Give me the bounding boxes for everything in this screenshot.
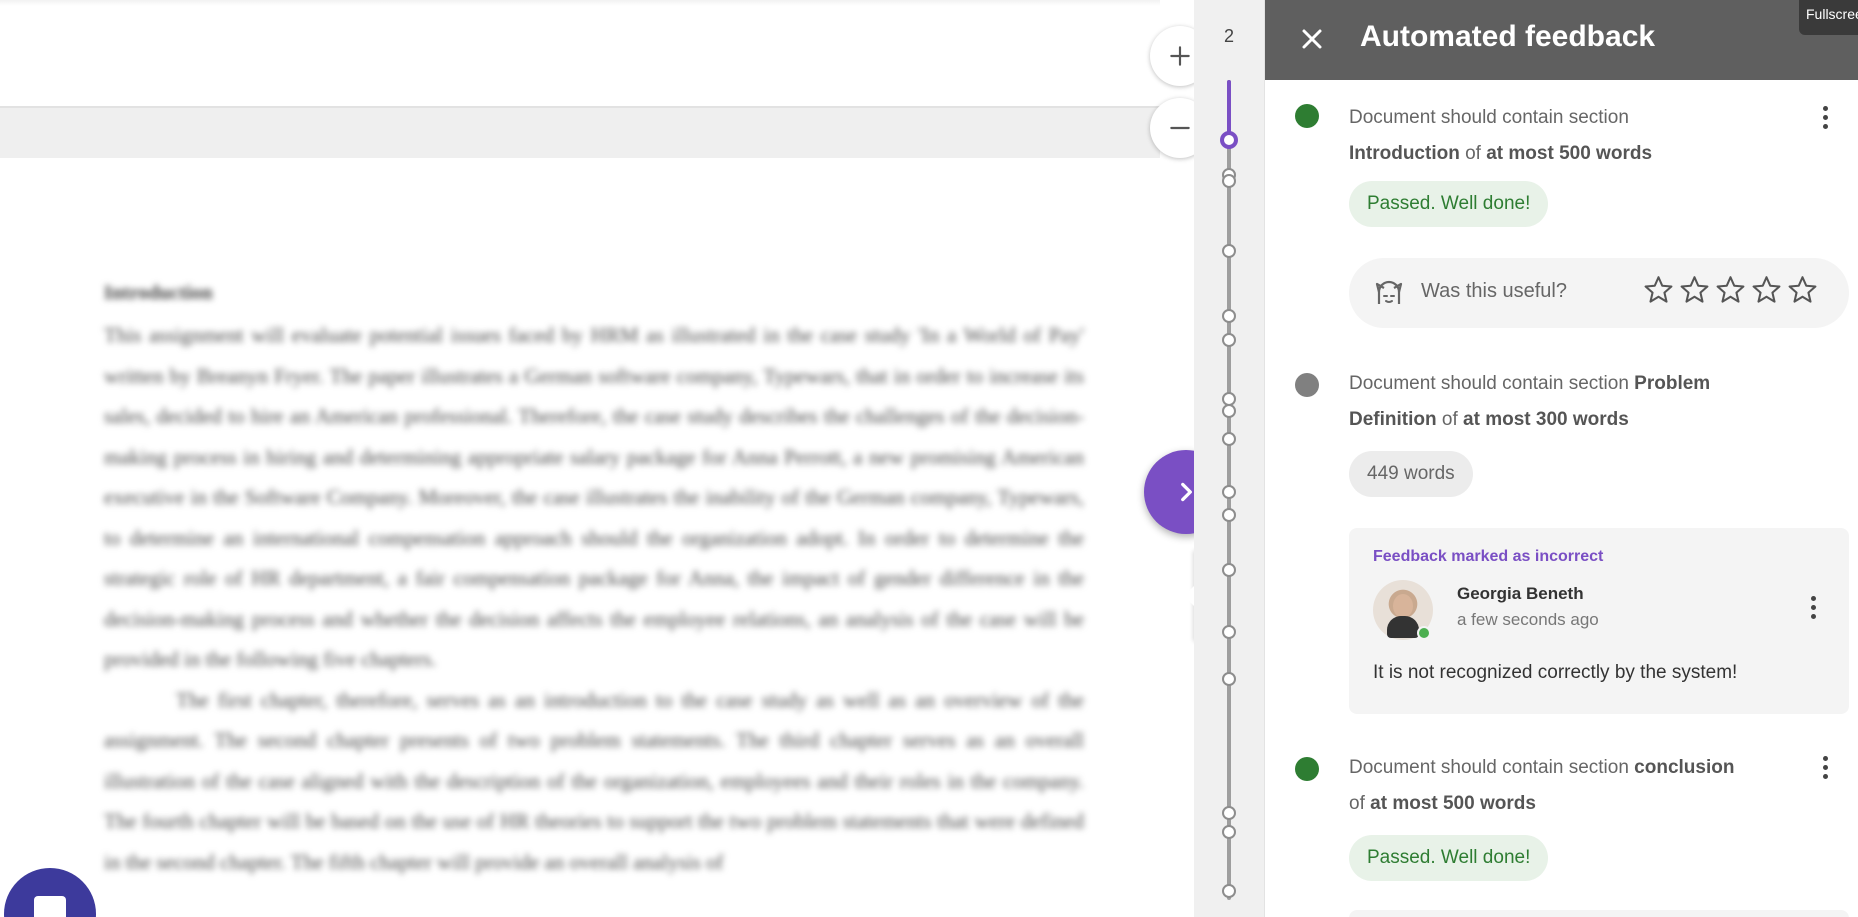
timeline-marker[interactable] — [1222, 806, 1236, 820]
timeline-marker[interactable] — [1222, 625, 1236, 639]
comment-time: a few seconds ago — [1457, 610, 1599, 629]
more-options-button[interactable] — [1813, 750, 1837, 784]
document-content: Introduction This assignment will evalua… — [104, 282, 1084, 882]
feedback-text: Document should contain section Problem … — [1349, 366, 1789, 438]
plus-icon — [1170, 46, 1190, 66]
status-passed-icon — [1295, 104, 1319, 128]
comment-flag: Feedback marked as incorrect — [1373, 548, 1604, 565]
feedback-limit: at most 300 words — [1463, 409, 1629, 430]
feedback-text-prefix: Document should contain section — [1349, 757, 1629, 778]
status-pending-icon — [1295, 373, 1319, 397]
avatar[interactable] — [1373, 580, 1433, 640]
timeline-marker[interactable] — [1222, 333, 1236, 347]
feedback-text: Document should contain section conclusi… — [1349, 750, 1789, 822]
timeline-marker[interactable] — [1222, 508, 1236, 522]
feedback-text-mid: of — [1349, 793, 1365, 814]
document-paragraph: This assignment will evaluate potential … — [104, 323, 1084, 671]
timeline-marker[interactable] — [1222, 404, 1236, 418]
comment-author: Georgia Beneth — [1457, 584, 1584, 603]
usefulness-rating: Was this useful? — [1349, 258, 1849, 328]
robot-icon — [1375, 280, 1403, 304]
feedback-limit: at most 500 words — [1370, 793, 1536, 814]
timeline-marker[interactable] — [1222, 309, 1236, 323]
comment-more-options-button[interactable] — [1801, 590, 1825, 624]
star-icon[interactable] — [1643, 274, 1674, 305]
timeline-marker[interactable] — [1222, 884, 1236, 898]
timeline-marker[interactable] — [1222, 174, 1236, 188]
feedback-text-mid: of — [1441, 409, 1458, 430]
close-icon — [1302, 29, 1322, 49]
star-icon[interactable] — [1679, 274, 1710, 305]
feedback-text: Document should contain section Introduc… — [1349, 100, 1789, 172]
page-edge — [0, 0, 1160, 6]
feedback-text-mid: of — [1465, 143, 1481, 164]
word-count-chip: 449 words — [1349, 451, 1473, 497]
status-passed-icon — [1295, 757, 1319, 781]
timeline-marker[interactable] — [1222, 432, 1236, 446]
star-icon[interactable] — [1751, 274, 1782, 305]
document-paragraph: The first chapter, therefore, serves as … — [104, 687, 1084, 874]
online-status-icon — [1417, 626, 1431, 640]
timeline-marker-active[interactable] — [1220, 131, 1238, 149]
feedback-timeline: 2 — [1194, 0, 1264, 917]
timeline-marker[interactable] — [1222, 672, 1236, 686]
document-heading: Introduction — [104, 282, 213, 304]
more-options-button[interactable] — [1813, 100, 1837, 134]
feedback-limit: at most 500 words — [1486, 143, 1653, 164]
feedback-panel: Automated feedback Document should conta… — [1264, 0, 1858, 917]
fullscreen-button[interactable]: Fullscreen — [1799, 0, 1858, 35]
usefulness-label: Was this useful? — [1421, 280, 1567, 302]
feedback-text-prefix: Document should contain section — [1349, 373, 1629, 394]
star-rating — [1643, 274, 1818, 305]
star-icon[interactable] — [1715, 274, 1746, 305]
app-root: Introduction This assignment will evalua… — [0, 0, 1858, 917]
page-separator — [0, 106, 1160, 158]
minus-icon — [1170, 126, 1190, 130]
status-chip: Passed. Well done! — [1349, 835, 1549, 881]
comment-body: It is not recognized correctly by the sy… — [1373, 662, 1738, 683]
close-button[interactable] — [1295, 22, 1329, 56]
timeline-marker[interactable] — [1222, 563, 1236, 577]
panel-title: Automated feedback — [1360, 20, 1656, 53]
status-chip: Passed. Well done! — [1349, 181, 1549, 227]
feedback-text-prefix: Document should contain section — [1349, 107, 1629, 128]
comment-card: Feedback marked as incorrect Georgia Ben… — [1349, 528, 1849, 714]
document-viewer[interactable]: Introduction This assignment will evalua… — [0, 0, 1194, 917]
timeline-marker[interactable] — [1222, 485, 1236, 499]
timeline-marker[interactable] — [1222, 244, 1236, 258]
feedback-section-name: Introduction — [1349, 143, 1460, 164]
panel-header: Automated feedback — [1265, 0, 1858, 80]
timeline-marker[interactable] — [1222, 825, 1236, 839]
star-icon[interactable] — [1787, 274, 1818, 305]
page-number: 2 — [1223, 26, 1234, 46]
next-feedback-card — [1349, 910, 1849, 917]
chat-icon — [34, 896, 66, 917]
feedback-section-name: conclusion — [1634, 757, 1735, 778]
